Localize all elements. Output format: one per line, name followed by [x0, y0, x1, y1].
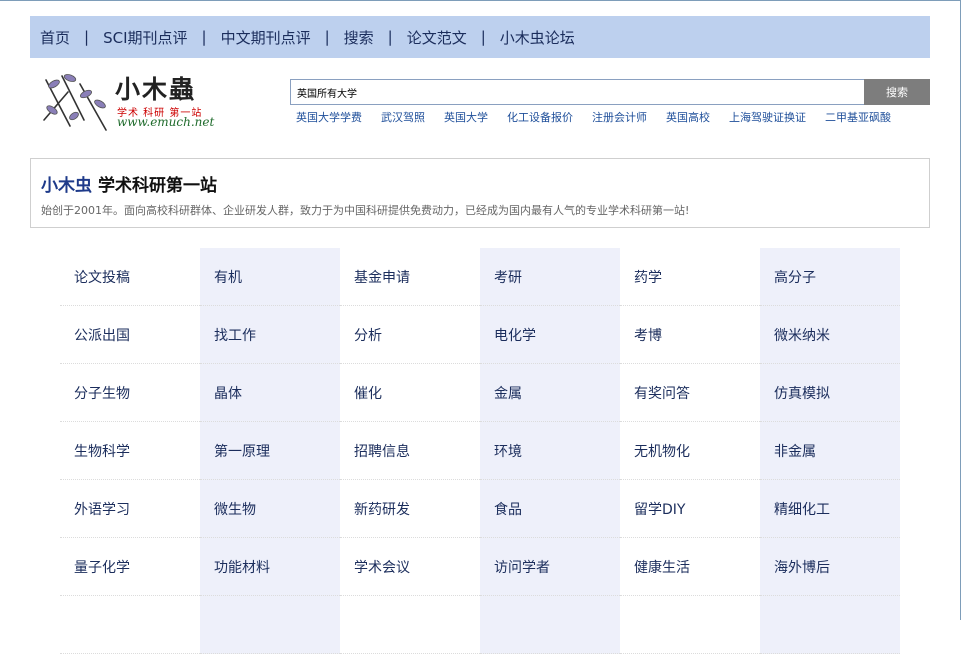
category-link[interactable]: 健康生活	[620, 538, 760, 596]
category-link	[60, 596, 200, 654]
hot-link[interactable]: 化工设备报价	[507, 109, 573, 125]
category-link[interactable]: 访问学者	[480, 538, 620, 596]
category-grid: 论文投稿 有机 基金申请 考研 药学 高分子公派出国 找工作 分析 电化学 考博 微米纳米分子生物晶…	[60, 248, 900, 654]
category-link	[340, 596, 480, 654]
top-nav: 首页 | SCI期刊点评 | 中文期刊点评 | 搜索 | 论文范文 | 小木虫论…	[30, 16, 930, 58]
logo-url: www.emuch.net	[117, 115, 215, 129]
nav-item-search[interactable]: 搜索	[344, 27, 374, 48]
category-link[interactable]: 微生物	[200, 480, 340, 538]
nav-item-sci-review[interactable]: SCI期刊点评	[103, 27, 187, 48]
nav-separator: |	[201, 28, 207, 46]
category-link[interactable]: 分子生物	[60, 364, 200, 422]
intro-title: 小木虫 学术科研第一站	[41, 171, 919, 196]
nav-separator: |	[387, 28, 393, 46]
intro-box: 小木虫 学术科研第一站 始创于2001年。面向高校科研群体、企业研发人群，致力于为…	[30, 158, 930, 228]
top-border	[0, 0, 961, 1]
category-link	[620, 596, 760, 654]
category-link[interactable]: 基金申请	[340, 248, 480, 306]
category-link	[480, 596, 620, 654]
intro-headline: 学术科研第一站	[98, 176, 217, 196]
category-link[interactable]: 生物科学	[60, 422, 200, 480]
category-link[interactable]: 论文投稿	[60, 248, 200, 306]
category-link[interactable]: 环境	[480, 422, 620, 480]
category-link[interactable]: 考研	[480, 248, 620, 306]
category-link[interactable]: 金属	[480, 364, 620, 422]
category-link[interactable]: 公派出国	[60, 306, 200, 364]
category-link[interactable]: 第一原理	[200, 422, 340, 480]
category-link[interactable]: 药学	[620, 248, 760, 306]
category-link[interactable]: 高分子	[760, 248, 900, 306]
nav-item-forum[interactable]: 小木虫论坛	[500, 27, 575, 48]
nav-separator: |	[324, 28, 330, 46]
category-link[interactable]: 留学DIY	[620, 480, 760, 538]
category-link[interactable]: 有奖问答	[620, 364, 760, 422]
category-link[interactable]: 催化	[340, 364, 480, 422]
hot-link[interactable]: 英国高校	[666, 109, 710, 125]
category-link[interactable]: 外语学习	[60, 480, 200, 538]
bug-logo-icon	[43, 74, 107, 131]
nav-separator: |	[480, 28, 486, 46]
category-link[interactable]: 量子化学	[60, 538, 200, 596]
nav-separator: |	[84, 28, 90, 46]
category-link[interactable]: 有机	[200, 248, 340, 306]
nav-item-cn-journal-review[interactable]: 中文期刊点评	[221, 27, 311, 48]
category-link[interactable]: 非金属	[760, 422, 900, 480]
category-link[interactable]: 电化学	[480, 306, 620, 364]
intro-description: 始创于2001年。面向高校科研群体、企业研发人群，致力于为中国科研提供免费动力，…	[41, 204, 690, 217]
category-link	[200, 596, 340, 654]
hot-link[interactable]: 英国大学	[444, 109, 488, 125]
logo-title: 小木蟲	[115, 75, 197, 104]
category-link[interactable]: 分析	[340, 306, 480, 364]
hot-link[interactable]: 英国大学学费	[296, 109, 362, 125]
search-input[interactable]	[290, 79, 865, 105]
hot-link[interactable]: 二甲基亚砜酸	[825, 109, 891, 125]
hot-link[interactable]: 武汉驾照	[381, 109, 425, 125]
site-logo[interactable]: 小木蟲 学术 科研 第一站 www.emuch.net	[40, 70, 240, 134]
category-link[interactable]: 找工作	[200, 306, 340, 364]
category-link[interactable]: 功能材料	[200, 538, 340, 596]
category-link[interactable]: 微米纳米	[760, 306, 900, 364]
category-link[interactable]: 考博	[620, 306, 760, 364]
intro-brand: 小木虫	[41, 176, 92, 196]
hot-link[interactable]: 上海驾驶证换证	[729, 109, 806, 125]
category-link[interactable]: 仿真模拟	[760, 364, 900, 422]
search-button[interactable]: 搜索	[864, 79, 930, 105]
category-link[interactable]: 晶体	[200, 364, 340, 422]
category-link[interactable]: 新药研发	[340, 480, 480, 538]
category-link[interactable]: 食品	[480, 480, 620, 538]
nav-item-paper-samples[interactable]: 论文范文	[407, 27, 467, 48]
hot-search-links: 英国大学学费 武汉驾照 英国大学 化工设备报价 注册会计师 英国高校 上海驾驶证…	[296, 109, 936, 125]
category-link[interactable]: 精细化工	[760, 480, 900, 538]
category-link	[760, 596, 900, 654]
nav-item-home[interactable]: 首页	[40, 27, 70, 48]
category-link[interactable]: 海外博后	[760, 538, 900, 596]
category-link[interactable]: 招聘信息	[340, 422, 480, 480]
category-link[interactable]: 学术会议	[340, 538, 480, 596]
hot-link[interactable]: 注册会计师	[592, 109, 647, 125]
category-link[interactable]: 无机物化	[620, 422, 760, 480]
